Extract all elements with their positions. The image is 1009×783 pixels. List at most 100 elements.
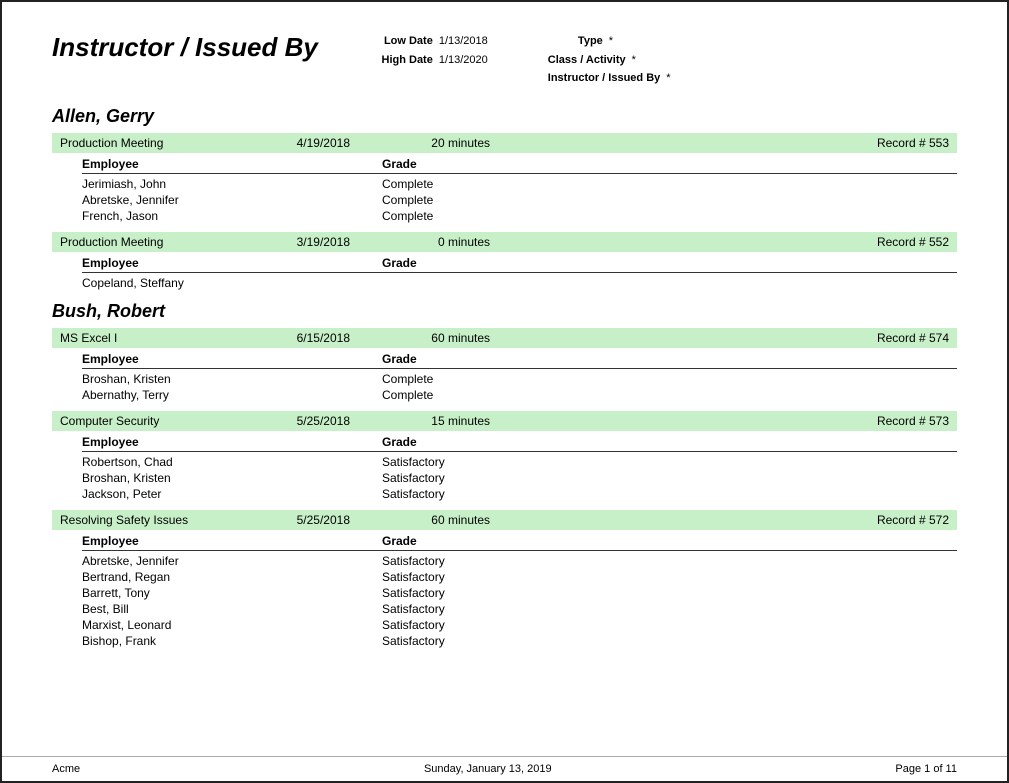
employee-row: Jerimiash, John Complete <box>82 176 957 192</box>
employee-name: Best, Bill <box>82 602 382 616</box>
grade-col-header: Grade <box>382 534 582 548</box>
employee-header-row: Employee Grade <box>82 350 957 369</box>
page-footer: Acme Sunday, January 13, 2019 Page 1 of … <box>2 756 1007 781</box>
class-record: Record # 572 <box>490 513 949 527</box>
employee-name: Broshan, Kristen <box>82 471 382 485</box>
class-row: Production Meeting 3/19/2018 0 minutes R… <box>52 232 957 252</box>
class-row: MS Excel I 6/15/2018 60 minutes Record #… <box>52 328 957 348</box>
low-date-label: Low Date <box>378 32 433 51</box>
employee-header-row: Employee Grade <box>82 532 957 551</box>
employee-table: Employee Grade Copeland, Steffany <box>52 254 957 291</box>
employee-grade: Satisfactory <box>382 471 582 485</box>
class-date: 6/15/2018 <box>280 331 350 345</box>
instructor-filter-label: Instructor / Issued By <box>548 69 660 88</box>
employee-grade: Satisfactory <box>382 554 582 568</box>
low-date-value: 1/13/2018 <box>439 32 488 51</box>
class-date: 4/19/2018 <box>280 136 350 150</box>
employee-grade <box>382 276 582 290</box>
employee-row: Abernathy, Terry Complete <box>82 387 957 403</box>
class-date: 3/19/2018 <box>280 235 350 249</box>
employee-grade: Complete <box>382 372 582 386</box>
employee-col-header: Employee <box>82 157 382 171</box>
report-body: Allen, Gerry Production Meeting 4/19/201… <box>52 106 957 649</box>
class-record: Record # 574 <box>490 331 949 345</box>
employee-grade: Satisfactory <box>382 586 582 600</box>
grade-col-header: Grade <box>382 435 582 449</box>
employee-header-row: Employee Grade <box>82 155 957 174</box>
report-header: Instructor / Issued By Low Date 1/13/201… <box>52 32 957 88</box>
report-title: Instructor / Issued By <box>52 32 318 63</box>
employee-grade: Satisfactory <box>382 455 582 469</box>
class-duration: 20 minutes <box>350 136 490 150</box>
employee-name: Bertrand, Regan <box>82 570 382 584</box>
instructor-name: Allen, Gerry <box>52 106 957 127</box>
employee-grade: Complete <box>382 209 582 223</box>
class-record: Record # 552 <box>490 235 949 249</box>
high-date-value: 1/13/2020 <box>439 51 488 70</box>
class-name: MS Excel I <box>60 331 280 345</box>
employee-name: Copeland, Steffany <box>82 276 382 290</box>
employee-row: Broshan, Kristen Complete <box>82 371 957 387</box>
class-date: 5/25/2018 <box>280 513 350 527</box>
employee-col-header: Employee <box>82 352 382 366</box>
type-filters: Type * Class / Activity * Instructor / I… <box>548 32 671 88</box>
grade-col-header: Grade <box>382 352 582 366</box>
employee-grade: Complete <box>382 177 582 191</box>
employee-row: Abretske, Jennifer Satisfactory <box>82 553 957 569</box>
employee-name: Jerimiash, John <box>82 177 382 191</box>
report-page: Instructor / Issued By Low Date 1/13/201… <box>0 0 1009 783</box>
instructor-name: Bush, Robert <box>52 301 957 322</box>
class-label: Class / Activity <box>548 51 626 70</box>
class-row: Computer Security 5/25/2018 15 minutes R… <box>52 411 957 431</box>
employee-grade: Satisfactory <box>382 618 582 632</box>
type-label: Type <box>548 32 603 51</box>
class-name: Resolving Safety Issues <box>60 513 280 527</box>
employee-name: French, Jason <box>82 209 382 223</box>
footer-company: Acme <box>52 763 80 775</box>
footer-date: Sunday, January 13, 2019 <box>424 763 552 775</box>
class-row: Production Meeting 4/19/2018 20 minutes … <box>52 133 957 153</box>
class-date: 5/25/2018 <box>280 414 350 428</box>
employee-grade: Complete <box>382 193 582 207</box>
employee-name: Barrett, Tony <box>82 586 382 600</box>
employee-name: Marxist, Leonard <box>82 618 382 632</box>
class-duration: 15 minutes <box>350 414 490 428</box>
employee-grade: Complete <box>382 388 582 402</box>
employee-row: Barrett, Tony Satisfactory <box>82 585 957 601</box>
employee-row: French, Jason Complete <box>82 208 957 224</box>
employee-row: Copeland, Steffany <box>82 275 957 291</box>
employee-name: Robertson, Chad <box>82 455 382 469</box>
employee-header-row: Employee Grade <box>82 433 957 452</box>
employee-table: Employee Grade Robertson, Chad Satisfact… <box>52 433 957 502</box>
grade-col-header: Grade <box>382 157 582 171</box>
class-name: Computer Security <box>60 414 280 428</box>
employee-table: Employee Grade Jerimiash, John Complete … <box>52 155 957 224</box>
employee-grade: Satisfactory <box>382 570 582 584</box>
class-name: Production Meeting <box>60 235 280 249</box>
employee-row: Bertrand, Regan Satisfactory <box>82 569 957 585</box>
employee-table: Employee Grade Broshan, Kristen Complete… <box>52 350 957 403</box>
date-filters: Low Date 1/13/2018 High Date 1/13/2020 <box>378 32 488 69</box>
employee-row: Marxist, Leonard Satisfactory <box>82 617 957 633</box>
employee-header-row: Employee Grade <box>82 254 957 273</box>
employee-col-header: Employee <box>82 256 382 270</box>
employee-table: Employee Grade Abretske, Jennifer Satisf… <box>52 532 957 649</box>
employee-grade: Satisfactory <box>382 602 582 616</box>
employee-row: Broshan, Kristen Satisfactory <box>82 470 957 486</box>
employee-name: Bishop, Frank <box>82 634 382 648</box>
class-row: Resolving Safety Issues 5/25/2018 60 min… <box>52 510 957 530</box>
class-value: * <box>632 51 636 70</box>
employee-grade: Satisfactory <box>382 634 582 648</box>
class-record: Record # 553 <box>490 136 949 150</box>
employee-row: Robertson, Chad Satisfactory <box>82 454 957 470</box>
employee-col-header: Employee <box>82 534 382 548</box>
class-duration: 0 minutes <box>350 235 490 249</box>
employee-name: Broshan, Kristen <box>82 372 382 386</box>
class-name: Production Meeting <box>60 136 280 150</box>
type-value: * <box>609 32 613 51</box>
employee-name: Abretske, Jennifer <box>82 193 382 207</box>
high-date-label: High Date <box>378 51 433 70</box>
employee-row: Bishop, Frank Satisfactory <box>82 633 957 649</box>
class-duration: 60 minutes <box>350 513 490 527</box>
employee-name: Abernathy, Terry <box>82 388 382 402</box>
